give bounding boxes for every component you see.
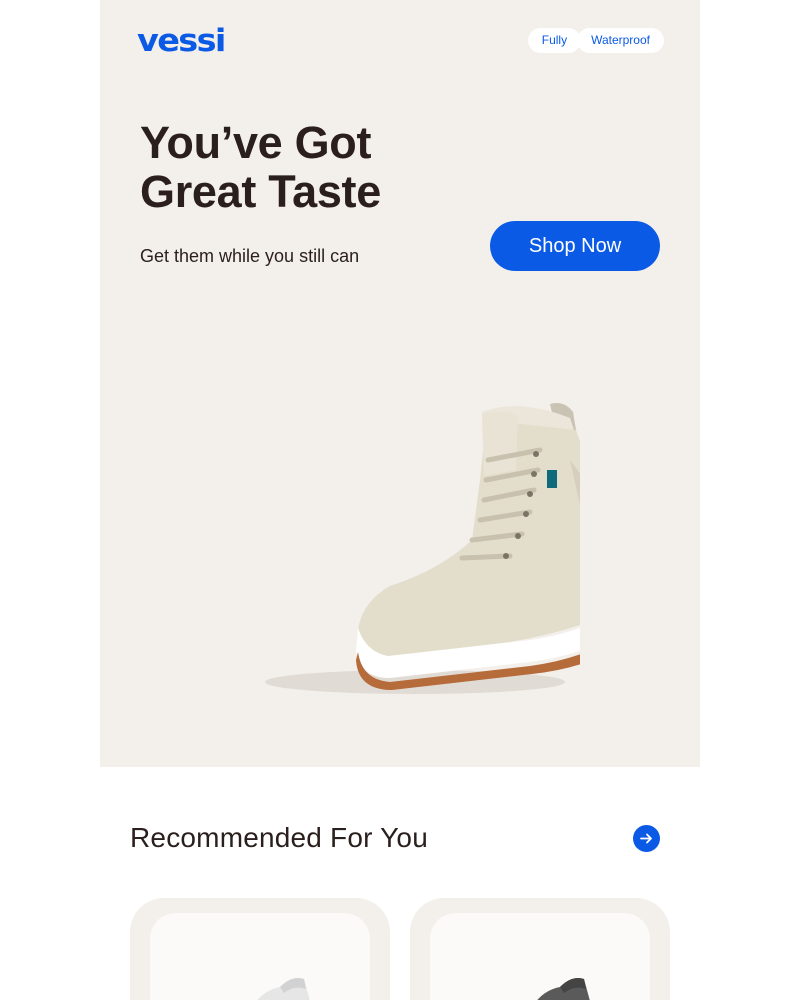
light-grey-sneaker-image bbox=[257, 978, 310, 1000]
boot-upper bbox=[358, 420, 580, 658]
email-page: vessi Fully Waterproof You’ve Got Great … bbox=[0, 0, 800, 1000]
product-card-2[interactable] bbox=[410, 898, 670, 1000]
arrow-right-icon bbox=[640, 833, 652, 844]
boot-teal-accent bbox=[547, 470, 557, 488]
boot-tongue bbox=[482, 411, 518, 476]
product-card-1-image-area bbox=[150, 913, 370, 1000]
boot-product-image[interactable] bbox=[240, 390, 580, 700]
badge-waterproof: Waterproof bbox=[577, 28, 664, 53]
waterproof-badge: Fully Waterproof bbox=[527, 28, 664, 53]
headline-line-2: Great Taste bbox=[140, 166, 381, 217]
recommended-title: Recommended For You bbox=[130, 822, 428, 853]
hero-headline: You’ve Got Great Taste bbox=[140, 118, 381, 216]
product-card-2-image-area bbox=[430, 913, 650, 1000]
product-card-1[interactable] bbox=[130, 898, 390, 1000]
shop-now-button[interactable]: Shop Now bbox=[490, 221, 660, 271]
hero-subhead: Get them while you still can bbox=[140, 246, 360, 266]
badge-fully: Fully bbox=[527, 28, 582, 53]
vessi-logo[interactable]: vessi bbox=[137, 26, 226, 57]
hero-section: vessi Fully Waterproof You’ve Got Great … bbox=[100, 0, 700, 767]
dark-grey-sneaker-image bbox=[537, 978, 590, 1000]
headline-line-1: You’ve Got bbox=[140, 117, 372, 168]
recommended-arrow-button[interactable] bbox=[633, 825, 660, 852]
